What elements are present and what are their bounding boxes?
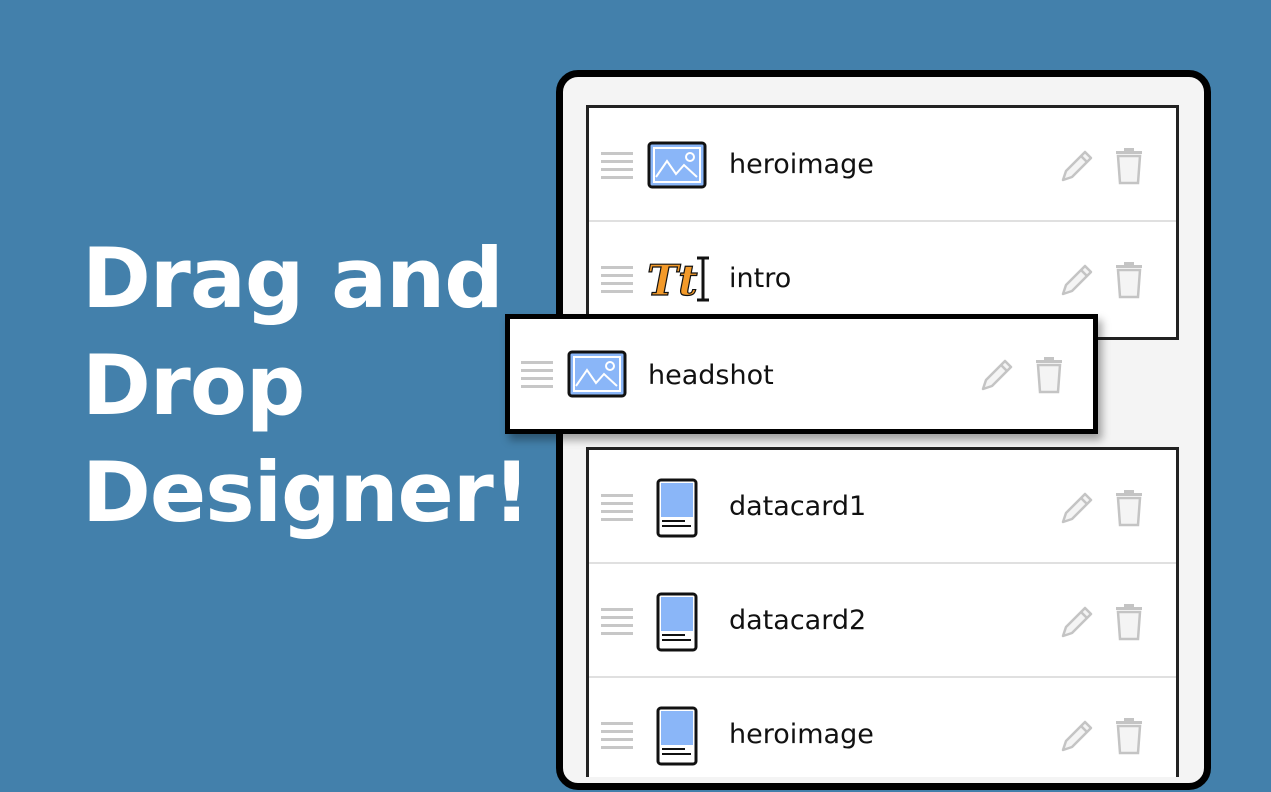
list-item[interactable]: heroimage [589, 108, 1176, 222]
card-icon [656, 706, 698, 766]
pencil-icon[interactable] [1059, 604, 1095, 640]
component-label: datacard2 [729, 605, 867, 636]
headline-line-2: Drop [82, 337, 305, 434]
card-icon [656, 592, 698, 652]
headline-line-1: Drag and [82, 230, 504, 327]
trash-icon[interactable] [1114, 147, 1144, 185]
trash-icon[interactable] [1034, 356, 1064, 394]
component-label: intro [729, 263, 792, 294]
drag-handle-icon[interactable] [601, 722, 633, 750]
headline-line-3: Designer! [82, 444, 531, 541]
image-icon [647, 141, 707, 189]
list-item[interactable]: datacard1 [589, 450, 1176, 564]
dragging-item[interactable]: headshot [505, 314, 1098, 434]
component-label: heroimage [729, 149, 874, 180]
component-list-bottom: datacard1 datacard2 heroimage [586, 447, 1179, 777]
pencil-icon[interactable] [1059, 490, 1095, 526]
component-label: datacard1 [729, 491, 867, 522]
drag-handle-icon[interactable] [521, 361, 553, 389]
component-list-top: heroimage Tt intro [586, 105, 1179, 340]
image-icon [567, 350, 627, 398]
pencil-icon[interactable] [1059, 148, 1095, 184]
pencil-icon[interactable] [1059, 262, 1095, 298]
drag-handle-icon[interactable] [601, 266, 633, 294]
list-item[interactable]: heroimage [589, 678, 1176, 792]
list-item[interactable]: datacard2 [589, 564, 1176, 678]
drag-handle-icon[interactable] [601, 152, 633, 180]
pencil-icon[interactable] [1059, 718, 1095, 754]
trash-icon[interactable] [1114, 717, 1144, 755]
trash-icon[interactable] [1114, 261, 1144, 299]
component-label: heroimage [729, 719, 874, 750]
text-icon: Tt [646, 255, 709, 305]
drag-handle-icon[interactable] [601, 494, 633, 522]
text-icon-glyph: Tt [647, 256, 698, 305]
component-label: headshot [648, 360, 774, 391]
headline: Drag and Drop Designer! [82, 225, 531, 546]
card-icon [656, 478, 698, 538]
trash-icon[interactable] [1114, 489, 1144, 527]
trash-icon[interactable] [1114, 603, 1144, 641]
pencil-icon[interactable] [979, 357, 1015, 393]
drag-handle-icon[interactable] [601, 608, 633, 636]
